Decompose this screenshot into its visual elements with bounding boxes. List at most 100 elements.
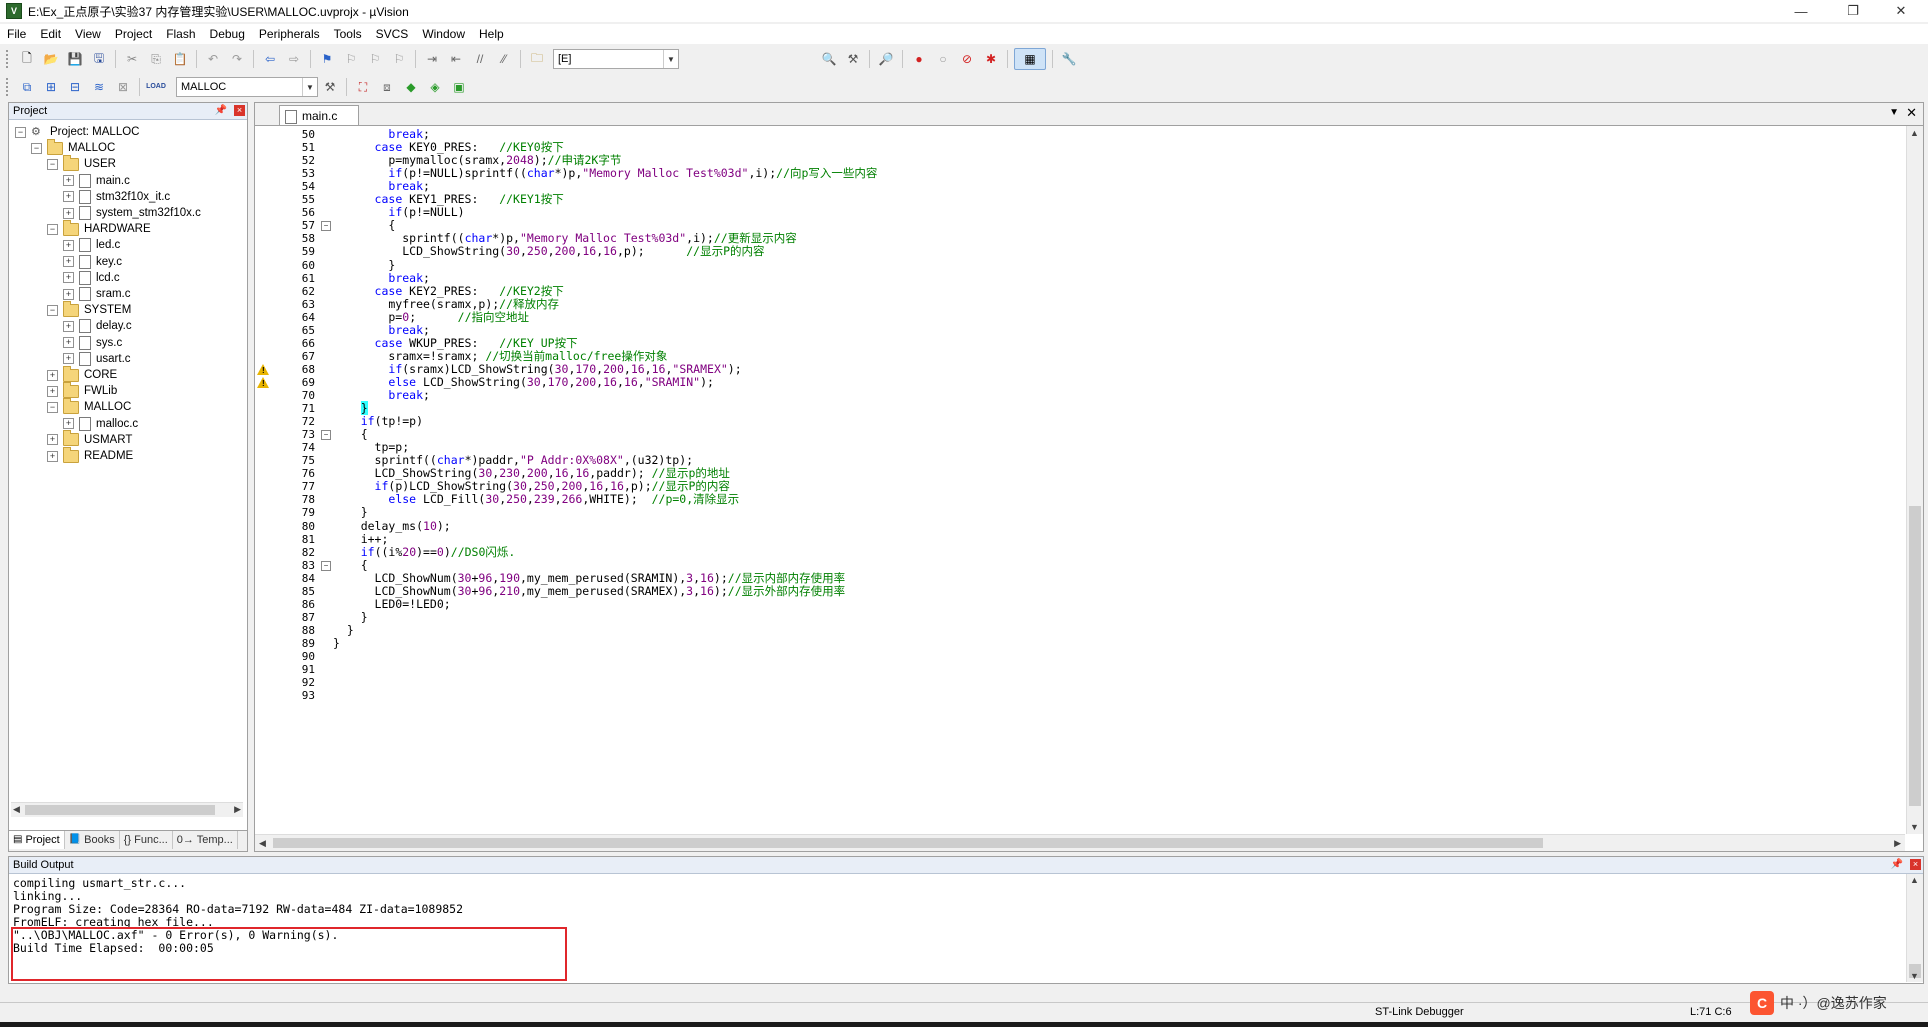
tree-item[interactable]: + malloc.c (63, 416, 138, 432)
chevron-down-icon[interactable]: ▼ (663, 50, 678, 68)
menu-project[interactable]: Project (108, 24, 159, 44)
download-icon[interactable]: LOAD (146, 77, 166, 97)
tree-item[interactable]: + FWLib (47, 381, 117, 399)
tree-item[interactable]: + stm32f10x_it.c (63, 189, 170, 205)
close-tab-icon[interactable]: ✕ (1906, 105, 1917, 121)
save-icon[interactable]: 💾 (65, 49, 85, 69)
menu-help[interactable]: Help (472, 24, 511, 44)
select-packs-icon[interactable]: ◈ (425, 77, 445, 97)
toolbar-grip[interactable] (6, 78, 11, 96)
expand-icon[interactable]: + (63, 272, 74, 284)
tree-item[interactable]: − ⚙ Project: MALLOC (15, 124, 139, 140)
tab-project[interactable]: ▤ Project (9, 831, 65, 849)
configure-icon[interactable]: 🔧 (1059, 49, 1079, 69)
scroll-down-icon[interactable]: ▼ (1910, 971, 1919, 981)
tree-item[interactable]: + USMART (47, 430, 132, 448)
scroll-left-icon[interactable]: ◀ (259, 838, 266, 849)
expand-icon[interactable]: + (63, 418, 74, 430)
close-button[interactable]: ✕ (1878, 0, 1924, 22)
expand-icon[interactable]: + (63, 175, 74, 187)
copy-icon[interactable]: ⎘ (146, 49, 166, 69)
collapse-icon[interactable]: − (31, 142, 42, 154)
menu-view[interactable]: View (68, 24, 108, 44)
find-icon[interactable]: 🔍 (819, 49, 839, 69)
tree-item[interactable]: + key.c (63, 254, 122, 270)
target-combo[interactable]: MALLOC ▼ (176, 77, 318, 97)
collapse-icon[interactable]: − (47, 401, 58, 413)
scroll-thumb[interactable] (25, 805, 215, 815)
expand-icon[interactable]: + (63, 337, 74, 349)
prev-bookmark-icon[interactable]: ⚐ (341, 49, 361, 69)
incremental-find-icon[interactable]: ⚒ (843, 49, 863, 69)
menu-flash[interactable]: Flash (159, 24, 202, 44)
editor-vscrollbar[interactable]: ▲ ▼ (1906, 126, 1923, 834)
menu-debug[interactable]: Debug (203, 24, 252, 44)
warning-icon[interactable]: ! (257, 363, 269, 375)
expand-icon[interactable]: + (63, 239, 74, 251)
manage-rte-icon[interactable]: ◆ (401, 77, 421, 97)
close-panel-icon[interactable]: × (1910, 859, 1921, 870)
expand-icon[interactable]: + (63, 288, 74, 300)
expand-icon[interactable]: + (47, 434, 58, 446)
fold-toggle-icon[interactable]: − (321, 430, 331, 441)
expand-icon[interactable]: + (63, 256, 74, 268)
project-hscrollbar[interactable]: ◀ ▶ (11, 802, 243, 817)
stop-build-icon[interactable]: ⊠ (113, 77, 133, 97)
build-icon[interactable]: ⊞ (41, 77, 61, 97)
kill-breakpoints-icon[interactable]: ⊘ (957, 49, 977, 69)
translate-icon[interactable]: ⧉ (17, 77, 37, 97)
tree-item[interactable]: − HARDWARE (47, 219, 151, 237)
scroll-left-icon[interactable]: ◀ (13, 804, 20, 815)
tree-item[interactable]: + usart.c (63, 351, 131, 367)
tree-item[interactable]: − MALLOC (47, 397, 131, 415)
fold-toggle-icon[interactable]: − (321, 221, 331, 232)
scroll-right-icon[interactable]: ▶ (1894, 838, 1901, 849)
file-extensions-icon[interactable]: ⧈ (377, 77, 397, 97)
scroll-thumb[interactable] (1909, 506, 1921, 806)
undo-icon[interactable]: ↶ (203, 49, 223, 69)
tree-item[interactable]: + delay.c (63, 318, 132, 334)
collapse-icon[interactable]: − (47, 223, 58, 235)
new-file-icon[interactable]: 🗋 (17, 49, 37, 69)
maximize-button[interactable]: ❐ (1830, 0, 1876, 22)
tree-item[interactable]: + sram.c (63, 286, 131, 302)
tree-item[interactable]: + main.c (63, 173, 130, 189)
tree-item[interactable]: − SYSTEM (47, 300, 131, 318)
redo-icon[interactable]: ↷ (227, 49, 247, 69)
expand-icon[interactable]: + (63, 207, 74, 219)
clear-bookmarks-icon[interactable]: ⚐ (389, 49, 409, 69)
batch-build-icon[interactable]: ≋ (89, 77, 109, 97)
fold-toggle-icon[interactable]: − (321, 560, 331, 571)
collapse-icon[interactable]: − (47, 304, 58, 316)
expand-icon[interactable]: + (47, 385, 58, 397)
manage-components-icon[interactable]: ⛶ (353, 77, 373, 97)
next-bookmark-icon[interactable]: ⚐ (365, 49, 385, 69)
tree-item[interactable]: + lcd.c (63, 270, 120, 286)
expand-icon[interactable]: + (47, 369, 58, 381)
pack-installer-icon[interactable]: ▣ (449, 77, 469, 97)
target-options-icon[interactable]: ⚒ (320, 77, 340, 97)
uncomment-icon[interactable]: ⁄⁄ (494, 49, 514, 69)
tree-item[interactable]: + CORE (47, 365, 117, 383)
unindent-icon[interactable]: ⇤ (446, 49, 466, 69)
rebuild-icon[interactable]: ⊟ (65, 77, 85, 97)
minimize-button[interactable]: — (1778, 0, 1824, 22)
tab-functions[interactable]: {} Func... (120, 831, 173, 849)
indent-icon[interactable]: ⇥ (422, 49, 442, 69)
build-vscrollbar[interactable]: ▲ ▼ (1906, 874, 1923, 982)
cut-icon[interactable]: ✂ (122, 49, 142, 69)
collapse-icon[interactable]: − (47, 158, 58, 170)
menu-svcs[interactable]: SVCS (369, 24, 416, 44)
editor-hscrollbar[interactable]: ◀ ▶ (255, 834, 1905, 851)
toolbar-grip[interactable] (6, 50, 11, 68)
find-combo[interactable]: [E] ▼ (553, 49, 679, 69)
tab-templates[interactable]: 0→ Temp... (173, 831, 238, 849)
menu-peripherals[interactable]: Peripherals (252, 24, 327, 44)
collapse-icon[interactable]: − (15, 126, 26, 138)
paste-icon[interactable]: 📋 (170, 49, 190, 69)
navigate-back-icon[interactable]: ⇦ (260, 49, 280, 69)
scroll-right-icon[interactable]: ▶ (234, 804, 241, 815)
tree-item[interactable]: − USER (47, 154, 116, 172)
pin-icon[interactable]: 📌 (1891, 857, 1903, 873)
tree-item[interactable]: − MALLOC (31, 138, 115, 156)
